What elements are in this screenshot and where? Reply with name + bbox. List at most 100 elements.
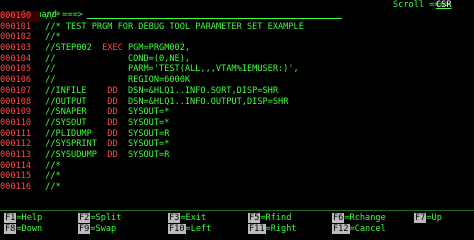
line-number[interactable]: 000108 bbox=[0, 97, 40, 108]
line-text[interactable]: //SYSPRINT DD SYSOUT=* bbox=[40, 139, 169, 149]
function-key-code: F10 bbox=[168, 224, 186, 234]
jcl-keyword: DD bbox=[107, 85, 118, 96]
line-number[interactable]: 000109 bbox=[0, 107, 40, 118]
line-text[interactable]: //STEP002 EXEC PGM=PRGM002, bbox=[40, 43, 190, 53]
function-key-f12[interactable]: F12=Cancel bbox=[332, 224, 386, 235]
function-key-code: F12 bbox=[332, 224, 350, 234]
function-key-label: =Exit bbox=[180, 213, 207, 223]
function-key-f1[interactable]: F1=Help bbox=[4, 213, 42, 224]
source-line[interactable]: 000108 //OUTPUT DD DSN=&HLQ1..INFO.OUTPU… bbox=[0, 97, 474, 108]
function-key-f9[interactable]: F9=Swap bbox=[78, 224, 116, 235]
function-key-row: F1=Help F2=Split F3=Exit F5=Rfind F6=Rchange… bbox=[0, 213, 474, 224]
line-number[interactable]: 000111 bbox=[0, 129, 40, 140]
function-key-label: =Swap bbox=[90, 224, 117, 234]
line-text[interactable]: //* TEST PRGM FOR DEBUG TOOL PARAMETER S… bbox=[40, 22, 304, 32]
function-key-code: F7 bbox=[414, 213, 427, 223]
source-line[interactable]: 000103 //STEP002 EXEC PGM=PRGM002, bbox=[0, 43, 474, 54]
function-key-code: F2 bbox=[78, 213, 91, 223]
source-line[interactable]: 000110 //SYSOUT DD SYSOUT=* bbox=[0, 118, 474, 129]
source-line[interactable]: 000109 //SNAPER DD SYSOUT=* bbox=[0, 107, 474, 118]
line-number[interactable]: 000101 bbox=[0, 22, 40, 33]
function-key-code: F11 bbox=[248, 224, 266, 234]
function-key-code: F5 bbox=[248, 213, 261, 223]
line-number[interactable]: 000113 bbox=[0, 150, 40, 161]
function-key-label: =Rchange bbox=[344, 213, 386, 223]
function-key-f2[interactable]: F2=Split bbox=[78, 213, 121, 224]
function-key-label: =Split bbox=[90, 213, 122, 223]
line-text[interactable]: //* bbox=[40, 32, 61, 42]
source-line[interactable]: 000112 //SYSPRINT DD SYSOUT=* bbox=[0, 139, 474, 150]
source-line[interactable]: 000115 //* bbox=[0, 171, 474, 182]
function-key-label: =Down bbox=[16, 224, 43, 234]
function-key-code: F8 bbox=[4, 224, 17, 234]
scroll-amount-field[interactable]: CSR bbox=[436, 0, 452, 10]
line-text[interactable]: //* bbox=[40, 11, 61, 21]
function-key-code: F3 bbox=[168, 213, 181, 223]
source-line[interactable]: 000107 //INFILE DD DSN=&HLQ1..INFO.SORT,… bbox=[0, 86, 474, 97]
source-line[interactable]: 000114 //* bbox=[0, 161, 474, 172]
function-key-code: F1 bbox=[4, 213, 17, 223]
line-number[interactable]: 000102 bbox=[0, 32, 40, 43]
source-line[interactable]: 000113 //SYSUDUMP DD SYSOUT=R bbox=[0, 150, 474, 161]
function-key-bar: F1=Help F2=Split F3=Exit F5=Rfind F6=Rchange… bbox=[0, 213, 474, 235]
line-text[interactable]: //* bbox=[40, 171, 61, 181]
jcl-keyword: DD bbox=[107, 139, 118, 150]
source-line[interactable]: 000116 //* bbox=[0, 182, 474, 193]
jcl-keyword: DD bbox=[107, 149, 118, 160]
function-key-label: =Up bbox=[426, 213, 442, 223]
function-key-f8[interactable]: F8=Down bbox=[4, 224, 42, 235]
jcl-keyword: DD bbox=[107, 117, 118, 128]
line-number[interactable]: 000110 bbox=[0, 118, 40, 129]
line-number[interactable]: 000115 bbox=[0, 171, 40, 182]
function-key-f6[interactable]: F6=Rchange bbox=[332, 213, 386, 224]
line-text[interactable]: // COND=(0,NE), bbox=[40, 54, 190, 64]
function-key-f11[interactable]: F11=Right bbox=[248, 224, 297, 235]
function-key-f5[interactable]: F5=Rfind bbox=[248, 213, 291, 224]
line-number[interactable]: 000103 bbox=[0, 43, 40, 54]
jcl-keyword: DD bbox=[107, 107, 118, 118]
line-text[interactable]: //SYSOUT DD SYSOUT=* bbox=[40, 118, 169, 128]
function-key-label: =Right bbox=[265, 224, 297, 234]
line-text[interactable]: //SYSUDUMP DD SYSOUT=R bbox=[40, 150, 169, 160]
source-line[interactable]: 000111 //PLIDUMP DD SYSOUT=R bbox=[0, 129, 474, 140]
edit-lines: 000100 //* 000101 //* TEST PRGM FOR DEBUG… bbox=[0, 11, 474, 193]
line-number[interactable]: 000112 bbox=[0, 139, 40, 150]
source-line[interactable]: 000101 //* TEST PRGM FOR DEBUG TOOL PARA… bbox=[0, 22, 474, 33]
jcl-keyword: DD bbox=[107, 128, 118, 139]
line-text[interactable]: //* bbox=[40, 161, 61, 171]
function-key-label: =Rfind bbox=[260, 213, 292, 223]
line-text[interactable]: // REGION=6000K bbox=[40, 75, 190, 85]
jcl-keyword: EXEC bbox=[102, 43, 123, 54]
function-key-f7[interactable]: F7=Up bbox=[414, 213, 442, 224]
source-line[interactable]: 000104 // COND=(0,NE), bbox=[0, 54, 474, 65]
function-key-label: =Left bbox=[185, 224, 212, 234]
line-number[interactable]: 000114 bbox=[0, 161, 40, 172]
command-bar: Command ===> Scroll ===> CSR bbox=[0, 0, 474, 20]
source-line[interactable]: 000106 // REGION=6000K bbox=[0, 75, 474, 86]
line-text[interactable]: //* bbox=[40, 182, 61, 192]
line-number[interactable]: 000100 bbox=[0, 11, 40, 22]
line-number[interactable]: 000105 bbox=[0, 64, 40, 75]
source-line[interactable]: 000100 //* bbox=[0, 11, 474, 22]
line-text[interactable]: //PLIDUMP DD SYSOUT=R bbox=[40, 129, 169, 139]
divider bbox=[0, 210, 474, 211]
source-line[interactable]: 000105 // PARM='TEST(ALL,,,VTAM%IEMUSER:… bbox=[0, 64, 474, 75]
function-key-label: =Help bbox=[16, 213, 43, 223]
line-number[interactable]: 000104 bbox=[0, 54, 40, 65]
line-number[interactable]: 000106 bbox=[0, 75, 40, 86]
jcl-keyword: DD bbox=[107, 96, 118, 107]
function-key-label: =Cancel bbox=[349, 224, 386, 234]
function-key-code: F9 bbox=[78, 224, 91, 234]
line-number[interactable]: 000107 bbox=[0, 86, 40, 97]
ispf-editor-screen: Command ===> Scroll ===> CSR 000100 //* 0… bbox=[0, 0, 474, 240]
line-text[interactable]: // PARM='TEST(ALL,,,VTAM%IEMUSER:)', bbox=[40, 64, 299, 74]
function-key-f3[interactable]: F3=Exit bbox=[168, 213, 206, 224]
line-number[interactable]: 000116 bbox=[0, 182, 40, 193]
line-text[interactable]: //OUTPUT DD DSN=&HLQ1..INFO.OUTPUT,DISP=… bbox=[40, 97, 288, 107]
line-text[interactable]: //INFILE DD DSN=&HLQ1..INFO.SORT,DISP=SH… bbox=[40, 86, 278, 96]
function-key-f10[interactable]: F10=Left bbox=[168, 224, 211, 235]
line-text[interactable]: //SNAPER DD SYSOUT=* bbox=[40, 107, 169, 117]
function-key-code: F6 bbox=[332, 213, 345, 223]
source-line[interactable]: 000102 //* bbox=[0, 32, 474, 43]
function-key-row: F8=Down F9=Swap F10=Left F11=Right F12=Cance… bbox=[0, 224, 474, 235]
